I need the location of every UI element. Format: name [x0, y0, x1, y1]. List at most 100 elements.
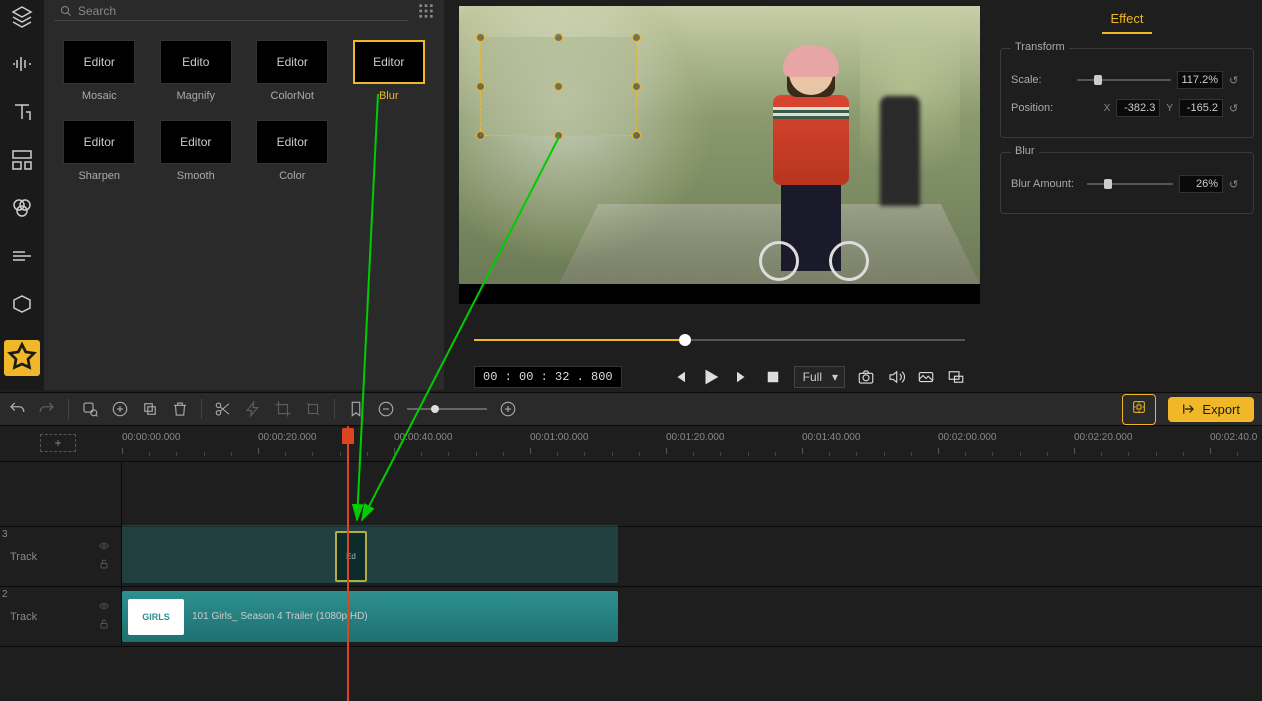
- search-input[interactable]: Search: [54, 2, 408, 21]
- effect-item-blur[interactable]: EditorBlur: [348, 40, 431, 102]
- timeline: + 00:00:00.00000:00:20.00000:00:40.00000…: [0, 426, 1262, 670]
- effect-item-colornot[interactable]: EditorColorNot: [251, 40, 334, 102]
- playhead[interactable]: [347, 426, 349, 701]
- ruler-tick: 00:01:20.000: [666, 432, 724, 443]
- resize-handle[interactable]: [554, 33, 563, 42]
- blur-amount-value[interactable]: 26%: [1179, 175, 1223, 193]
- undo-button[interactable]: [8, 400, 26, 418]
- effect-item-magnify[interactable]: EditoMagnify: [155, 40, 238, 102]
- resize-handle[interactable]: [476, 131, 485, 140]
- detach-icon[interactable]: [917, 368, 935, 386]
- reset-icon[interactable]: ↺: [1229, 74, 1243, 87]
- properties-tab[interactable]: Effect: [1000, 0, 1254, 34]
- preview-monitor[interactable]: [459, 6, 980, 304]
- grid-view-icon[interactable]: [418, 3, 434, 19]
- effect-label: Magnify: [176, 90, 215, 102]
- play-button[interactable]: [700, 366, 722, 388]
- speed-icon[interactable]: [244, 400, 262, 418]
- stop-button[interactable]: [764, 368, 782, 386]
- add-marker-icon[interactable]: [111, 400, 129, 418]
- seek-bar[interactable]: [474, 330, 965, 350]
- ruler-tick: 00:02:20.000: [1074, 432, 1132, 443]
- scale-slider[interactable]: [1077, 74, 1171, 86]
- add-track-button[interactable]: +: [40, 434, 76, 452]
- video-clip[interactable]: GIRLS 101 Girls_ Season 4 Trailer (1080p…: [122, 591, 618, 642]
- x-label: X: [1104, 103, 1111, 114]
- resize-handle[interactable]: [632, 131, 641, 140]
- effect-thumb: Editor: [63, 40, 135, 84]
- resize-handle[interactable]: [554, 82, 563, 91]
- render-settings-button[interactable]: [1122, 394, 1156, 425]
- reset-icon[interactable]: ↺: [1229, 178, 1243, 191]
- ruler-tick: 00:01:40.000: [802, 432, 860, 443]
- resize-handle[interactable]: [632, 82, 641, 91]
- effect-label: Mosaic: [82, 90, 117, 102]
- fullscreen-icon[interactable]: [947, 368, 965, 386]
- position-x[interactable]: -382.3: [1116, 99, 1160, 117]
- search-icon: [60, 5, 72, 17]
- resize-handle[interactable]: [632, 33, 641, 42]
- prev-frame-button[interactable]: [670, 368, 688, 386]
- volume-icon[interactable]: [887, 368, 905, 386]
- lock-icon[interactable]: [97, 558, 111, 573]
- effect-thumb: Editor: [256, 40, 328, 84]
- visibility-icon[interactable]: [97, 541, 111, 554]
- ruler-tick: 00:02:40.0: [1210, 432, 1257, 443]
- scale-value[interactable]: 117.2%: [1177, 71, 1224, 89]
- effect-label: Color: [279, 170, 305, 182]
- export-button[interactable]: Export: [1168, 397, 1254, 422]
- resize-handle[interactable]: [554, 131, 563, 140]
- blur-amount-slider[interactable]: [1087, 178, 1173, 190]
- timeline-ruler[interactable]: + 00:00:00.00000:00:20.00000:00:40.00000…: [0, 426, 1262, 462]
- effect-item-sharpen[interactable]: EditorSharpen: [58, 120, 141, 182]
- left-rail: [0, 0, 44, 390]
- export-icon: [1182, 402, 1196, 416]
- search-placeholder: Search: [78, 4, 116, 18]
- zoom-out-button[interactable]: [377, 400, 395, 418]
- position-label: Position:: [1011, 102, 1071, 114]
- resize-handle[interactable]: [476, 82, 485, 91]
- crop-icon[interactable]: [274, 400, 292, 418]
- ruler-tick: 00:00:40.000: [394, 432, 452, 443]
- text-icon[interactable]: [10, 100, 34, 124]
- quality-select[interactable]: Full: [794, 366, 845, 388]
- ruler-tick: 00:00:20.000: [258, 432, 316, 443]
- stickers-icon[interactable]: [10, 292, 34, 316]
- audio-icon[interactable]: [10, 52, 34, 76]
- effects-icon[interactable]: [4, 340, 40, 376]
- timecode[interactable]: 00 : 00 : 32 . 800: [474, 366, 622, 388]
- delete-icon[interactable]: [171, 400, 189, 418]
- effect-label: Sharpen: [78, 170, 120, 182]
- effect-item-mosaic[interactable]: Editor Mosaic: [58, 40, 141, 102]
- reset-icon[interactable]: ↺: [1229, 102, 1243, 115]
- templates-icon[interactable]: [10, 148, 34, 172]
- track-body[interactable]: GIRLS 101 Girls_ Season 4 Trailer (1080p…: [122, 587, 1262, 646]
- rotate-icon[interactable]: [304, 400, 322, 418]
- zoom-slider[interactable]: [407, 403, 487, 415]
- redo-button[interactable]: [38, 400, 56, 418]
- transitions-icon[interactable]: [10, 244, 34, 268]
- effect-item-color[interactable]: EditorColor: [251, 120, 334, 182]
- section-legend: Transform: [1011, 41, 1069, 53]
- split-icon[interactable]: [214, 400, 232, 418]
- resize-handle[interactable]: [476, 33, 485, 42]
- marker-search-icon[interactable]: [81, 400, 99, 418]
- lock-icon[interactable]: [97, 618, 111, 633]
- copy-icon[interactable]: [141, 400, 159, 418]
- section-legend: Blur: [1011, 145, 1039, 157]
- layers-icon[interactable]: [10, 4, 34, 28]
- blur-region[interactable]: [480, 37, 637, 136]
- timeline-toolbar: Export: [0, 392, 1262, 426]
- visibility-icon[interactable]: [97, 601, 111, 614]
- position-y[interactable]: -165.2: [1179, 99, 1223, 117]
- effect-item-smooth[interactable]: EditorSmooth: [155, 120, 238, 182]
- bookmark-icon[interactable]: [347, 400, 365, 418]
- effect-label: Blur: [379, 90, 399, 102]
- track-label: Track: [10, 611, 37, 623]
- next-frame-button[interactable]: [734, 368, 752, 386]
- export-label: Export: [1202, 402, 1240, 417]
- filters-icon[interactable]: [10, 196, 34, 220]
- zoom-in-button[interactable]: [499, 400, 517, 418]
- snapshot-icon[interactable]: [857, 368, 875, 386]
- track-label: Track: [10, 551, 37, 563]
